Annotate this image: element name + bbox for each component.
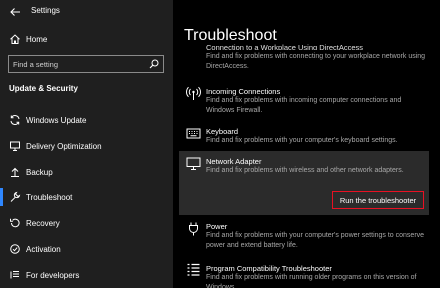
tile-incoming-connections[interactable]: Incoming Connections Find and fix proble… bbox=[173, 84, 440, 124]
tile-program-compatibility[interactable]: Program Compatibility Troubleshooter Fin… bbox=[173, 261, 440, 288]
list-icon bbox=[187, 263, 200, 276]
wrench-icon bbox=[10, 191, 21, 202]
tile-description: Find and fix problems with running older… bbox=[206, 274, 417, 288]
activation-icon bbox=[10, 244, 20, 254]
delivery-icon bbox=[10, 141, 20, 151]
tile-description: Find and fix problems with your computer… bbox=[206, 137, 398, 144]
sidebar-item-label: Delivery Optimization bbox=[26, 142, 102, 151]
sidebar-item-backup[interactable]: Backup bbox=[0, 163, 173, 183]
antenna-icon bbox=[186, 86, 201, 100]
sidebar-item-windows-update[interactable]: Windows Update bbox=[0, 111, 173, 131]
sidebar-item-label: Backup bbox=[26, 168, 53, 177]
tile-name: Incoming Connections bbox=[206, 87, 281, 96]
sidebar-item-label: Activation bbox=[26, 245, 61, 254]
sidebar-item-label: Troubleshoot bbox=[26, 193, 73, 202]
nav-home[interactable]: Home bbox=[0, 30, 173, 50]
sidebar-item-recovery[interactable]: Recovery bbox=[0, 214, 173, 234]
keyboard-icon bbox=[186, 128, 201, 139]
tile-name: Network Adapter bbox=[206, 157, 262, 166]
search-box[interactable] bbox=[8, 55, 164, 73]
tile-name: Keyboard bbox=[206, 127, 239, 136]
tile-name: Program Compatibility Troubleshooter bbox=[206, 264, 332, 273]
sidebar-item-label: For developers bbox=[26, 271, 80, 280]
tile-description: Find and fix problems with wireless and … bbox=[206, 167, 404, 174]
sidebar-item-label: Windows Update bbox=[26, 116, 87, 125]
backup-icon bbox=[11, 167, 19, 177]
tile-description: Find and fix problems with your computer… bbox=[206, 232, 425, 249]
search-icon[interactable] bbox=[149, 59, 159, 69]
run-troubleshooter-button[interactable]: Run the troubleshooter bbox=[332, 191, 424, 209]
sidebar-item-for-developers[interactable]: For developers bbox=[0, 266, 173, 286]
sync-icon bbox=[10, 115, 20, 125]
partial-tile-description: Find and fix problems with connecting to… bbox=[206, 53, 426, 70]
developer-icon bbox=[10, 271, 19, 279]
page-title: Troubleshoot bbox=[184, 27, 277, 44]
sidebar: Settings Home Update & Security Windows … bbox=[0, 0, 173, 288]
sidebar-item-delivery-optimization[interactable]: Delivery Optimization bbox=[0, 137, 173, 157]
sidebar-item-label: Recovery bbox=[26, 219, 60, 228]
sidebar-item-troubleshoot[interactable]: Troubleshoot bbox=[0, 188, 173, 208]
tile-description: Find and fix problems with incoming comp… bbox=[206, 97, 402, 114]
nav-home-label: Home bbox=[26, 35, 48, 44]
power-plug-icon bbox=[189, 222, 198, 236]
monitor-icon bbox=[186, 157, 201, 170]
tile-network-adapter-expanded[interactable]: Network Adapter Find and fix problems wi… bbox=[179, 151, 429, 215]
title-bar: Settings bbox=[0, 0, 173, 24]
tile-name: Power bbox=[206, 222, 228, 231]
search-input[interactable] bbox=[13, 58, 141, 70]
back-arrow-icon[interactable] bbox=[9, 6, 21, 18]
sidebar-item-activation[interactable]: Activation bbox=[0, 240, 173, 260]
run-troubleshooter-label: Run the troubleshooter bbox=[339, 196, 417, 205]
recovery-icon bbox=[10, 218, 20, 228]
tile-keyboard[interactable]: Keyboard Find and fix problems with your… bbox=[173, 124, 440, 150]
section-title: Update & Security bbox=[9, 84, 78, 93]
main-pane: Connection to a Workplace Using DirectAc… bbox=[173, 0, 440, 288]
tile-power[interactable]: Power Find and fix problems with your co… bbox=[173, 219, 440, 259]
window-title: Settings bbox=[31, 6, 60, 15]
home-icon bbox=[10, 34, 20, 44]
